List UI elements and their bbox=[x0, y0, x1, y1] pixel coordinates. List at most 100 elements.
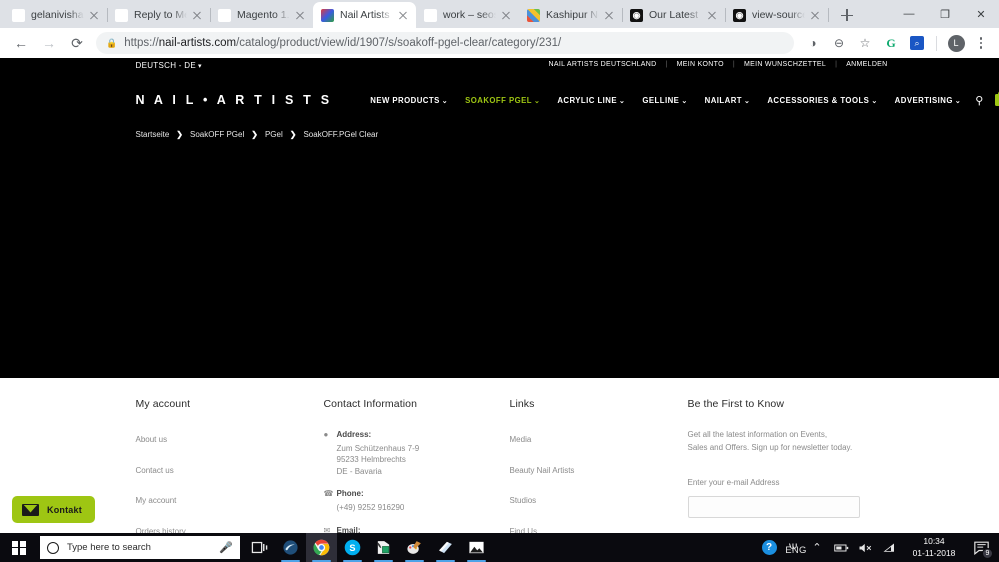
browser-tab-6[interactable]: ◉ Our Latest SEO bbox=[622, 2, 726, 28]
envelope-icon: ✉ bbox=[323, 525, 331, 533]
site-info-icon[interactable]: ◑ bbox=[802, 32, 824, 54]
footer-column-links: Links Media Beauty Nail Artists Studios … bbox=[486, 398, 664, 533]
utility-link-anmelden[interactable]: ANMELDEN bbox=[846, 61, 887, 68]
tab-close-icon[interactable] bbox=[808, 8, 822, 22]
grammarly-extension-icon[interactable]: G bbox=[880, 32, 902, 54]
tab-close-icon[interactable] bbox=[602, 8, 616, 22]
window-controls: — ❐ ✕ bbox=[891, 0, 999, 28]
forward-button[interactable]: → bbox=[36, 30, 62, 56]
browser-tab-1[interactable]: Ⓜ Reply to Mess bbox=[107, 2, 211, 28]
main-navigation: NEW PRODUCTS ⌄ SOAKOFF PGEL ⌄ ACRYLIC LINE… bbox=[370, 96, 961, 105]
reload-button[interactable]: ⟳ bbox=[64, 30, 90, 56]
address-bar[interactable]: 🔒 https://nail-artists.com/catalog/produ… bbox=[96, 32, 794, 54]
utility-link-deutschland[interactable]: NAIL ARTISTS DEUTSCHLAND bbox=[549, 61, 657, 68]
photos-app-icon[interactable] bbox=[461, 533, 492, 562]
footer-link-my-account[interactable]: My account bbox=[136, 496, 177, 505]
separator: | bbox=[665, 61, 668, 68]
nav-item-soakoff-pgel[interactable]: SOAKOFF PGEL ⌄ bbox=[465, 96, 540, 105]
gmail-icon: M bbox=[12, 8, 25, 22]
chevron-down-icon: ▾ bbox=[198, 63, 202, 70]
nav-item-nailart[interactable]: NAILART ⌄ bbox=[705, 96, 751, 105]
back-button[interactable]: ← bbox=[8, 30, 34, 56]
volume-muted-icon[interactable] bbox=[853, 533, 877, 562]
browser-tab-5[interactable]: Kashipur Netw bbox=[519, 2, 623, 28]
site-logo[interactable]: N A I L • A R T I S T S bbox=[136, 93, 333, 107]
tab-close-icon[interactable] bbox=[396, 8, 410, 22]
input-language-indicator[interactable]: ENG bbox=[781, 536, 811, 562]
breadcrumb-item-pgel[interactable]: PGel bbox=[265, 130, 283, 139]
nav-label: GELLINE bbox=[642, 95, 680, 105]
task-view-icon[interactable] bbox=[244, 533, 275, 562]
language-selector[interactable]: DEUTSCH - DE ▾ bbox=[136, 61, 202, 70]
tab-close-icon[interactable] bbox=[293, 8, 307, 22]
tab-close-icon[interactable] bbox=[190, 8, 204, 22]
action-center-icon[interactable]: 9 bbox=[967, 533, 995, 562]
search-extension-icon[interactable]: ⌕ bbox=[906, 32, 928, 54]
footer-column-newsletter: Be the First to Know Get all the latest … bbox=[664, 398, 888, 533]
footer-link-studios[interactable]: Studios bbox=[510, 496, 537, 505]
header-actions: ⚲ 0 ITEM(S) bbox=[975, 90, 999, 107]
avatar[interactable]: L bbox=[945, 32, 967, 54]
chevron-right-icon: ❯ bbox=[176, 129, 183, 139]
browser-tab-4[interactable]: ◑ work – seospe bbox=[416, 2, 519, 28]
kontakt-floating-button[interactable]: Kontakt bbox=[12, 496, 95, 523]
google-chrome-icon[interactable] bbox=[306, 533, 337, 562]
utility-link-mein-konto[interactable]: MEIN KONTO bbox=[677, 61, 724, 68]
new-tab-button[interactable] bbox=[834, 2, 860, 28]
newsletter-email-input[interactable] bbox=[687, 495, 860, 518]
windows-start-icon[interactable] bbox=[0, 533, 38, 562]
skype-icon[interactable]: S bbox=[337, 533, 368, 562]
microphone-icon[interactable]: 🎤 bbox=[219, 541, 233, 554]
wifi-icon[interactable] bbox=[877, 533, 901, 562]
taskbar-clock[interactable]: 10:34 01-11-2018 bbox=[901, 533, 967, 562]
breadcrumb-item-soakoff-pgel[interactable]: SoakOFF PGel bbox=[190, 130, 244, 139]
phone-value[interactable]: (+49) 9252 916290 bbox=[337, 503, 405, 512]
nav-item-gelline[interactable]: GELLINE ⌄ bbox=[642, 96, 687, 105]
mail-app-icon[interactable] bbox=[275, 533, 306, 562]
browser-tab-2[interactable]: Ⓜ Magento 1.9: bbox=[210, 2, 313, 28]
close-window-button[interactable]: ✕ bbox=[963, 0, 999, 28]
task-view-glyph bbox=[251, 541, 268, 554]
paint-app-icon[interactable] bbox=[399, 533, 430, 562]
maximize-button[interactable]: ❐ bbox=[927, 0, 963, 28]
help-circle-icon[interactable]: ? bbox=[757, 533, 781, 562]
nav-item-accessories-tools[interactable]: ACCESSORIES & TOOLS ⌄ bbox=[767, 96, 877, 105]
excel-app-icon[interactable] bbox=[368, 533, 399, 562]
browser-tab-0[interactable]: M gelanivishal m bbox=[4, 2, 108, 28]
footer-link-media[interactable]: Media bbox=[510, 435, 532, 444]
contact-phone: ☎ Phone: (+49) 9252 916290 bbox=[324, 488, 486, 513]
envelope-icon bbox=[22, 503, 39, 516]
footer-column-my-account: My account About us Contact us My accoun… bbox=[112, 398, 300, 533]
taskbar-search-input[interactable]: Type here to search 🎤 bbox=[40, 536, 240, 559]
browser-tab-3-active[interactable]: Nail Artists On bbox=[313, 2, 416, 28]
utility-link-wunschzettel[interactable]: MEIN WUNSCHZETTEL bbox=[744, 61, 826, 68]
battery-icon[interactable] bbox=[829, 533, 853, 562]
minimize-button[interactable]: — bbox=[891, 0, 927, 28]
bookmark-star-icon[interactable]: ☆ bbox=[854, 32, 876, 54]
nav-item-new-products[interactable]: NEW PRODUCTS ⌄ bbox=[370, 96, 448, 105]
footer-link-contact-us[interactable]: Contact us bbox=[136, 466, 174, 475]
nav-item-acrylic-line[interactable]: ACRYLIC LINE ⌄ bbox=[557, 96, 625, 105]
url-host: nail-artists.com bbox=[158, 37, 237, 49]
footer-link-about-us[interactable]: About us bbox=[136, 435, 168, 444]
footer-heading-my-account: My account bbox=[135, 398, 191, 410]
nav-item-advertising[interactable]: ADVERTISING ⌄ bbox=[895, 96, 962, 105]
kebab-menu-icon[interactable] bbox=[971, 32, 991, 54]
utility-links: NAIL ARTISTS DEUTSCHLAND | MEIN KONTO | … bbox=[549, 61, 888, 68]
breadcrumb-item-startseite[interactable]: Startseite bbox=[136, 130, 170, 139]
list-item: Contact us bbox=[136, 460, 300, 478]
separator: | bbox=[835, 61, 838, 68]
tab-close-icon[interactable] bbox=[499, 8, 513, 22]
footer-link-beauty-nail-artists[interactable]: Beauty Nail Artists bbox=[510, 466, 575, 475]
search-icon[interactable]: ⚲ bbox=[975, 94, 983, 107]
magento-icon: Ⓜ bbox=[218, 8, 231, 22]
zoom-out-icon[interactable]: ⊖ bbox=[828, 32, 850, 54]
sticky-notes-icon[interactable] bbox=[430, 533, 461, 562]
tab-close-icon[interactable] bbox=[87, 8, 101, 22]
tab-close-icon[interactable] bbox=[705, 8, 719, 22]
kashipur-icon bbox=[527, 8, 540, 22]
cart-button[interactable]: 0 ITEM(S) bbox=[995, 90, 999, 107]
tab-divider bbox=[828, 8, 829, 22]
nav-label: ACRYLIC LINE bbox=[557, 95, 618, 105]
browser-tab-7[interactable]: ◉ view-source:w bbox=[725, 2, 829, 28]
